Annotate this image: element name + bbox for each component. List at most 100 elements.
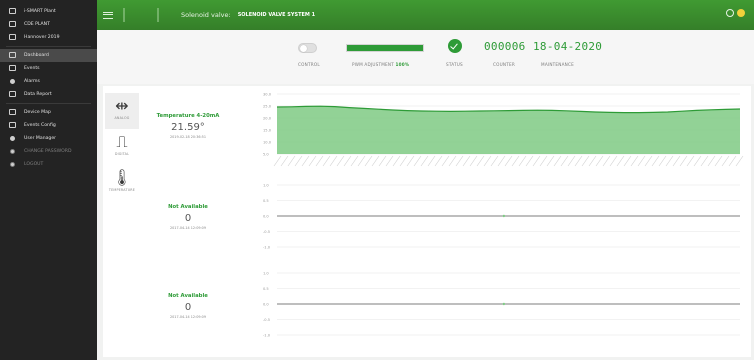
x-tick-mark — [693, 155, 702, 167]
hamburger-menu-icon[interactable] — [103, 11, 113, 19]
calendar-icon — [9, 65, 16, 71]
pwm-label: PWM ADJUSTMENT 100% — [352, 62, 409, 67]
y-tick-label: 5.0 — [263, 153, 269, 157]
valve-name[interactable]: SOLENOID VALVE SYSTEM 1 — [238, 12, 315, 18]
counter-value: 000006 — [484, 40, 526, 53]
control-label: CONTROL — [298, 62, 320, 67]
x-tick-mark — [476, 155, 485, 167]
y-tick-label: 0.0 — [263, 215, 269, 219]
tab-analog[interactable]: ⇹ ANALOG — [105, 93, 139, 129]
sensor-value: 0 — [184, 302, 192, 313]
sidebar-item-events[interactable]: Events — [0, 62, 97, 75]
x-tick-mark — [336, 155, 345, 167]
sidebar-item-label: Data Report — [24, 92, 52, 97]
x-tick-mark — [385, 155, 394, 167]
sidebar-item-events-config[interactable]: Events Config — [0, 119, 97, 132]
chart-svg: 1.0 0.5 0.0 -0.5 -1.0 — [263, 184, 740, 250]
data-point — [502, 214, 506, 218]
chart-svg: 30.0 25.0 20.0 15.0 10.0 5.0 — [263, 93, 744, 167]
settings-circle-icon[interactable] — [726, 9, 734, 17]
sidebar-item-cde-plant[interactable]: CDE PLANT — [0, 18, 97, 31]
x-tick-mark — [588, 155, 597, 167]
tab-label: TEMPERATURE — [108, 188, 136, 192]
x-tick-mark — [357, 155, 366, 167]
y-tick-label: 0.5 — [263, 287, 269, 291]
chart-sensor-3: 1.0 0.5 0.0 -0.5 -1.0 — [253, 269, 748, 339]
sidebar-divider — [6, 46, 91, 47]
digital-pulse-icon: ⎍ — [116, 132, 128, 151]
x-tick-mark — [623, 155, 632, 167]
y-tick-label: -1.0 — [263, 334, 271, 338]
x-tick-mark — [539, 155, 548, 167]
x-tick-mark — [497, 155, 506, 167]
x-tick-mark — [595, 155, 604, 167]
sidebar-item-label: Hannover 2019 — [24, 35, 60, 40]
sidebar-item-alarms[interactable]: Alarms — [0, 75, 97, 88]
x-tick-mark — [630, 155, 639, 167]
x-tick-mark — [672, 155, 681, 167]
y-tick-label: 10.0 — [263, 141, 272, 145]
x-tick-mark — [504, 155, 513, 167]
x-tick-mark — [308, 155, 317, 167]
sidebar-item-label: CDE PLANT — [24, 22, 50, 27]
x-tick-mark — [329, 155, 338, 167]
sidebar-item-label: Device Map — [24, 110, 51, 115]
y-tick-label: -0.5 — [263, 230, 270, 234]
user-icon — [10, 136, 15, 141]
y-tick-label: 1.0 — [263, 184, 269, 188]
sensor-timestamp: 2017-04-14 12:09:09 — [169, 315, 206, 319]
sidebar-item-label: Events — [24, 66, 40, 71]
x-tick-mark — [322, 155, 331, 167]
x-tick-mark — [441, 155, 450, 167]
alarm-icon — [10, 79, 15, 84]
x-tick-mark — [399, 155, 408, 167]
counter-label: COUNTER — [493, 62, 515, 67]
x-tick-mark — [644, 155, 653, 167]
app-root: i-SMART Plant CDE PLANT Hannover 2019 Da… — [0, 0, 754, 360]
sensor-value: 0 — [184, 213, 192, 224]
sensor-panel: ⇹ ANALOG ⎍ DIGITAL 🌡 TEMPERATURE Tempera… — [103, 86, 751, 357]
x-tick-mark — [350, 155, 359, 167]
pwm-value: 100% — [395, 62, 410, 67]
x-tick-mark — [553, 155, 562, 167]
x-tick-mark — [658, 155, 667, 167]
x-tick-mark — [546, 155, 555, 167]
analog-icon: ⇹ — [115, 96, 129, 115]
bolt-icon[interactable] — [737, 9, 745, 17]
thermometer-icon: 🌡 — [111, 168, 133, 187]
sidebar-item-hannover[interactable]: Hannover 2019 — [0, 31, 97, 44]
tab-digital[interactable]: ⎍ DIGITAL — [105, 129, 139, 165]
sidebar-item-device-map[interactable]: Device Map — [0, 106, 97, 119]
y-tick-label: 20.0 — [263, 117, 272, 121]
x-tick-mark — [567, 155, 576, 167]
x-tick-mark — [434, 155, 443, 167]
tab-temperature[interactable]: 🌡 TEMPERATURE — [105, 165, 139, 201]
x-tick-mark — [364, 155, 373, 167]
sidebar-item-ismart-plant[interactable]: i-SMART Plant — [0, 5, 97, 18]
control-toggle[interactable] — [298, 43, 317, 53]
sidebar-item-logout[interactable]: LOGOUT — [0, 158, 97, 171]
chart-temperature: 30.0 25.0 20.0 15.0 10.0 5.0 — [253, 90, 748, 172]
y-tick-label: -1.0 — [263, 246, 271, 250]
pwm-progress-fill — [347, 45, 423, 51]
sensor-card-2: Not Available 0 2017-04-14 12:09:09 — [143, 204, 233, 230]
top-bar: Solenoid valve: SOLENOID VALVE SYSTEM 1 — [97, 0, 754, 30]
pwm-progress-bar[interactable] — [346, 44, 424, 52]
x-tick-mark — [427, 155, 436, 167]
logout-icon — [10, 162, 15, 167]
sidebar-item-user-manager[interactable]: User Manager — [0, 132, 97, 145]
x-tick-mark — [413, 155, 422, 167]
x-tick-mark — [637, 155, 646, 167]
x-tick-mark — [707, 155, 716, 167]
x-tick-mark — [448, 155, 457, 167]
x-tick-mark — [378, 155, 387, 167]
y-tick-label: 0.0 — [263, 303, 269, 307]
x-tick-mark — [721, 155, 730, 167]
sidebar-item-dashboard[interactable]: Dashboard — [0, 49, 97, 62]
sidebar-item-label: CHANGE PASSWORD — [24, 149, 72, 154]
sidebar-item-data-report[interactable]: Data Report — [0, 88, 97, 101]
x-tick-mark — [518, 155, 527, 167]
tab-label: ANALOG — [114, 116, 130, 120]
monitor-icon — [9, 8, 16, 14]
sidebar-item-change-password[interactable]: CHANGE PASSWORD — [0, 145, 97, 158]
